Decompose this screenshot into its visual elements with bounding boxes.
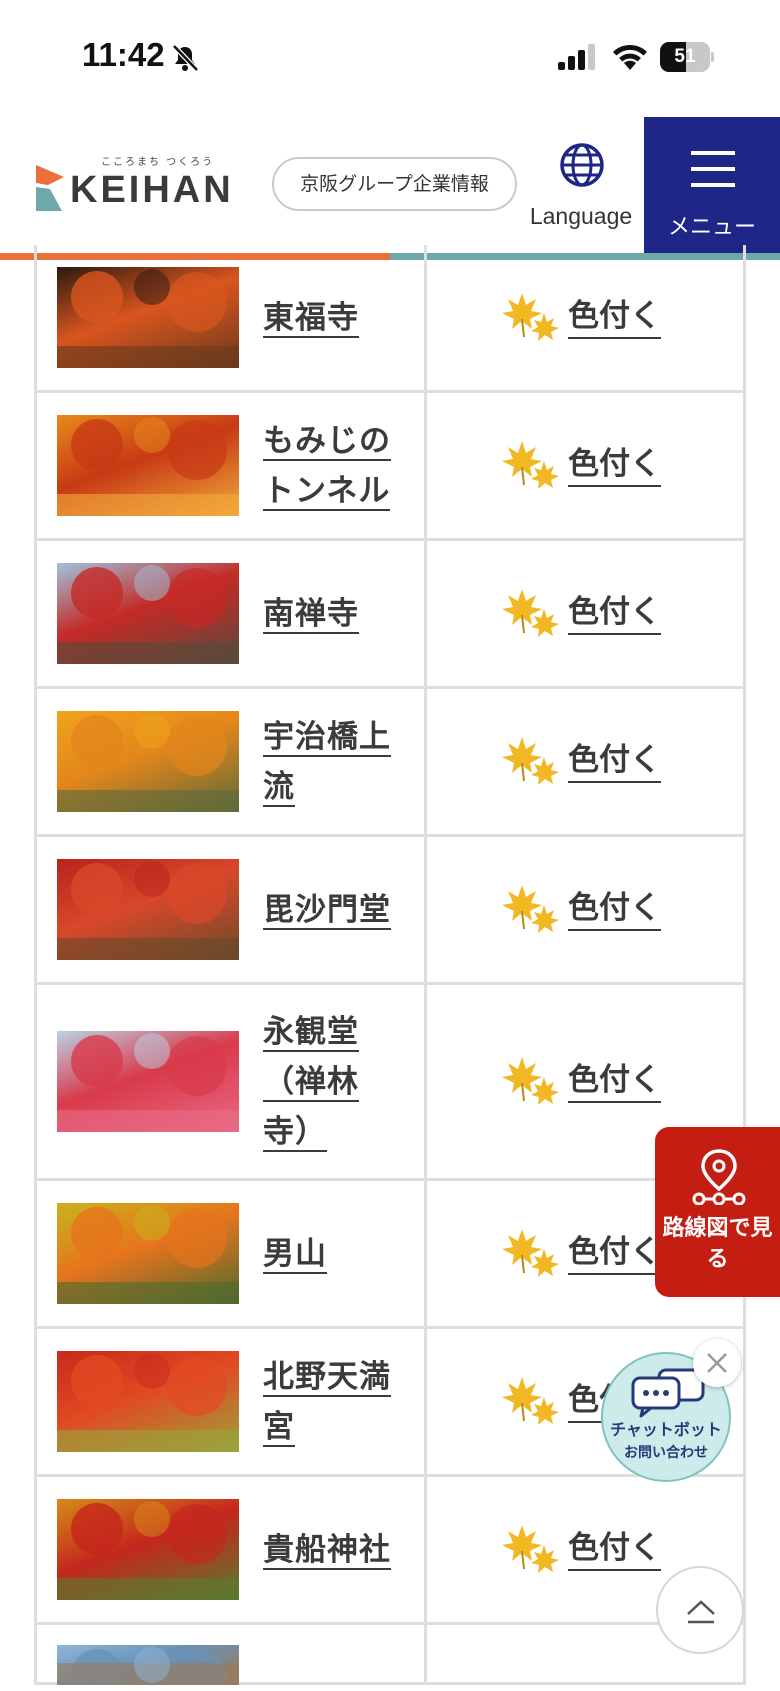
foliage-status[interactable]: 色付く xyxy=(502,439,702,499)
maple-leaf-icon xyxy=(502,735,560,789)
back-to-top-button[interactable] xyxy=(656,1566,744,1654)
status-time: 11:42 xyxy=(82,36,165,73)
route-map-button[interactable]: 路線図で見る xyxy=(655,1127,780,1297)
spot-photo[interactable] xyxy=(57,1499,239,1600)
table-row: 男山 色付く xyxy=(37,1181,743,1329)
chatbot-label: チャットボット xyxy=(610,1420,722,1439)
spot-photo[interactable] xyxy=(57,1031,239,1132)
menu-label: メニュー xyxy=(667,215,756,240)
table-row: 永観堂（禅林寺） 色付く xyxy=(37,985,743,1181)
spot-name-link[interactable]: 貴船神社 xyxy=(263,1525,403,1575)
table-row xyxy=(37,1625,743,1685)
maple-leaf-icon xyxy=(502,1375,560,1429)
foliage-status[interactable]: 色付く xyxy=(502,1523,702,1583)
status-cell: 色付く xyxy=(430,245,743,390)
status-cell: 色付く xyxy=(430,393,743,538)
spot-cell: 男山 xyxy=(37,1181,427,1326)
table-row: 貴船神社 色付く xyxy=(37,1477,743,1625)
status-label: 色付く xyxy=(568,1059,661,1103)
site-header: こころまち つくろう KEIHAN 京阪グループ企業情報 Language メニ… xyxy=(0,115,780,260)
maple-leaf-icon xyxy=(502,1523,560,1577)
status-label: 色付く xyxy=(568,739,661,783)
battery-level: 51 xyxy=(674,46,696,67)
close-icon xyxy=(707,1353,727,1373)
spot-name-link[interactable]: 男山 xyxy=(263,1229,403,1279)
spot-name-link[interactable]: 毘沙門堂 xyxy=(263,885,403,935)
spot-cell: 貴船神社 xyxy=(37,1477,427,1622)
table-row: 毘沙門堂 色付く xyxy=(37,837,743,985)
foliage-status[interactable]: 色付く xyxy=(502,1055,702,1115)
status-label: 色付く xyxy=(568,1231,661,1275)
spot-photo[interactable] xyxy=(57,1645,239,1685)
foliage-status[interactable]: 色付く xyxy=(502,735,702,795)
hamburger-icon xyxy=(691,151,735,187)
table-row: 東福寺 色付く xyxy=(37,245,743,393)
bell-slash-icon xyxy=(172,44,199,72)
spot-cell: 宇治橋上流 xyxy=(37,689,427,834)
status-label: 色付く xyxy=(568,887,661,931)
status-bar: 11:42 51 xyxy=(0,0,780,115)
spot-name-link[interactable]: もみじのトンネル xyxy=(263,416,403,516)
globe-icon xyxy=(560,143,604,187)
spot-name-link[interactable]: 永観堂（禅林寺） xyxy=(263,1007,403,1157)
wifi-icon xyxy=(613,44,647,70)
spot-photo[interactable] xyxy=(57,267,239,368)
spot-cell: 南禅寺 xyxy=(37,541,427,686)
status-label: 色付く xyxy=(568,443,661,487)
logo-mark-icon xyxy=(36,165,64,211)
spot-cell: 永観堂（禅林寺） xyxy=(37,985,427,1178)
status-cell: 色付く xyxy=(430,689,743,834)
spot-photo[interactable] xyxy=(57,711,239,812)
status-cell: 色付く xyxy=(430,837,743,982)
status-label: 色付く xyxy=(568,1527,661,1571)
maple-leaf-icon xyxy=(502,439,560,493)
status-label: 色付く xyxy=(568,591,661,635)
maple-leaf-icon xyxy=(502,587,560,641)
foliage-status[interactable]: 色付く xyxy=(502,587,702,647)
chat-bubble-icon xyxy=(631,1368,705,1418)
language-label: Language xyxy=(529,203,633,229)
maple-leaf-icon xyxy=(502,1227,560,1281)
maple-leaf-icon xyxy=(502,1055,560,1109)
spot-photo[interactable] xyxy=(57,415,239,516)
spot-photo[interactable] xyxy=(57,1203,239,1304)
spot-cell: 東福寺 xyxy=(37,245,427,390)
route-map-label: 路線図で見る xyxy=(662,1216,773,1272)
maple-leaf-icon xyxy=(502,883,560,937)
spot-cell: 毘沙門堂 xyxy=(37,837,427,982)
chevron-up-icon xyxy=(687,1600,715,1624)
spot-name-link[interactable]: 宇治橋上流 xyxy=(263,712,403,812)
logo-wordmark: KEIHAN xyxy=(70,169,234,211)
group-info-button[interactable]: 京阪グループ企業情報 xyxy=(272,157,517,211)
spot-name-link[interactable]: 北野天満宮 xyxy=(263,1352,403,1452)
spot-name-link[interactable]: 東福寺 xyxy=(263,293,403,343)
foliage-status[interactable]: 色付く xyxy=(502,291,702,351)
spot-cell xyxy=(37,1625,427,1685)
map-pin-icon xyxy=(692,1149,746,1205)
spot-photo[interactable] xyxy=(57,859,239,960)
menu-button[interactable]: メニュー xyxy=(644,117,780,253)
chatbot-sublabel: お問い合わせ xyxy=(624,1445,708,1461)
spot-cell: もみじのトンネル xyxy=(37,393,427,538)
spot-photo[interactable] xyxy=(57,1351,239,1452)
chatbot-close-button[interactable] xyxy=(693,1339,741,1387)
foliage-status[interactable]: 色付く xyxy=(502,883,702,943)
language-button[interactable]: Language xyxy=(522,141,640,241)
signal-icon xyxy=(558,44,595,70)
maple-leaf-icon xyxy=(502,291,560,345)
table-row: 南禅寺 色付く xyxy=(37,541,743,689)
status-cell: 色付く xyxy=(430,541,743,686)
logo-tagline: こころまち つくろう xyxy=(101,157,215,168)
spot-photo[interactable] xyxy=(57,563,239,664)
battery-indicator: 51 xyxy=(660,42,714,72)
status-label: 色付く xyxy=(568,295,661,339)
spot-name-link[interactable]: 南禅寺 xyxy=(263,589,403,639)
table-row: 宇治橋上流 色付く xyxy=(37,689,743,837)
table-row: もみじのトンネル 色付く xyxy=(37,393,743,541)
keihan-logo[interactable]: こころまち つくろう KEIHAN xyxy=(36,153,251,223)
spot-cell: 北野天満宮 xyxy=(37,1329,427,1474)
